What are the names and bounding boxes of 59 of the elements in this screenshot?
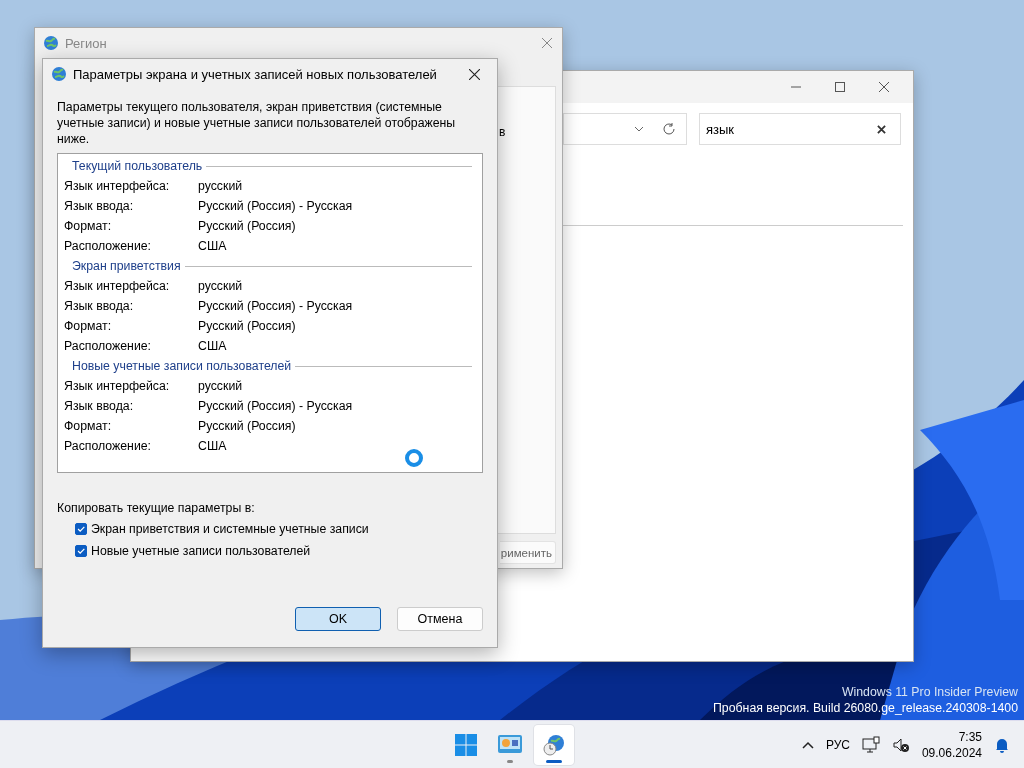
checkbox-label: Новые учетные записи пользователей	[91, 544, 311, 558]
start-icon	[454, 733, 478, 757]
clock[interactable]: 7:35 09.06.2024	[921, 729, 982, 761]
setting-label: Формат:	[64, 419, 113, 433]
control-panel-icon	[497, 734, 523, 756]
setting-label: Язык интерфейса:	[64, 279, 171, 293]
clear-icon[interactable]	[877, 124, 886, 134]
setting-value: Русский (Россия)	[198, 419, 297, 433]
setting-label: Язык интерфейса:	[64, 379, 171, 393]
section-title: Текущий пользователь	[72, 159, 203, 173]
busy-cursor-icon	[404, 448, 424, 468]
network-icon[interactable]	[861, 736, 880, 754]
setting-value: Русский (Россия)	[198, 219, 297, 233]
setting-label: Язык ввода:	[64, 199, 135, 213]
setting-label: Расположение:	[64, 239, 152, 253]
setting-label: Формат:	[64, 219, 113, 233]
setting-label: Язык ввода:	[64, 399, 135, 413]
globe-icon	[43, 35, 59, 51]
setting-value: русский	[198, 379, 244, 393]
setting-value: Русский (Россия) - Русская	[198, 299, 354, 313]
bell-icon[interactable]	[994, 737, 1010, 753]
setting-value: Русский (Россия) - Русская	[198, 199, 354, 213]
copy-label: Копировать текущие параметры в:	[57, 501, 256, 515]
globe-icon	[51, 66, 67, 82]
setting-value: США	[198, 239, 228, 253]
close-icon[interactable]	[879, 82, 889, 92]
cancel-button[interactable]: Отмена	[397, 607, 483, 631]
setting-value: Русский (Россия)	[198, 319, 297, 333]
label-text: в	[499, 125, 506, 139]
section-title: Экран приветствия	[72, 259, 181, 273]
chevron-down-icon[interactable]	[634, 126, 644, 132]
setting-value: русский	[198, 179, 244, 193]
language-indicator[interactable]: РУС	[825, 738, 850, 752]
globe-clock-icon	[542, 733, 566, 757]
setting-label: Расположение:	[64, 339, 152, 353]
taskbar-app-button[interactable]	[534, 725, 574, 765]
setting-label: Язык ввода:	[64, 299, 135, 313]
setting-value: США	[198, 339, 228, 353]
window-title: Регион	[65, 35, 107, 51]
chevron-up-icon[interactable]	[801, 741, 814, 749]
apply-button[interactable]: рименить	[500, 541, 556, 564]
dialog-title: Параметры экрана и учетных записей новых пользователей	[73, 66, 438, 82]
checkbox[interactable]	[75, 545, 87, 557]
volume-muted-icon[interactable]	[891, 736, 910, 754]
ok-button[interactable]: OK	[295, 607, 381, 631]
setting-value: США	[198, 439, 228, 453]
setting-value: русский	[198, 279, 244, 293]
setting-label: Язык интерфейса:	[64, 179, 171, 193]
setting-label: Расположение:	[64, 439, 152, 453]
checkbox-label: Экран приветствия и системные учетные записи	[91, 522, 369, 536]
refresh-icon[interactable]	[662, 122, 676, 136]
section-title: Новые учетные записи пользователей	[72, 359, 292, 373]
setting-label: Формат:	[64, 319, 113, 333]
setting-value: Русский (Россия) - Русская	[198, 399, 354, 413]
description-text: Параметры текущего пользователя, экран приветствия (системные учетные записи) и новые учетные записи пользователей отображены ниже.	[57, 99, 457, 147]
close-icon[interactable]	[468, 68, 480, 80]
maximize-icon[interactable]	[835, 82, 845, 92]
checkbox[interactable]	[75, 523, 87, 535]
search-field[interactable]: язык	[699, 113, 901, 145]
